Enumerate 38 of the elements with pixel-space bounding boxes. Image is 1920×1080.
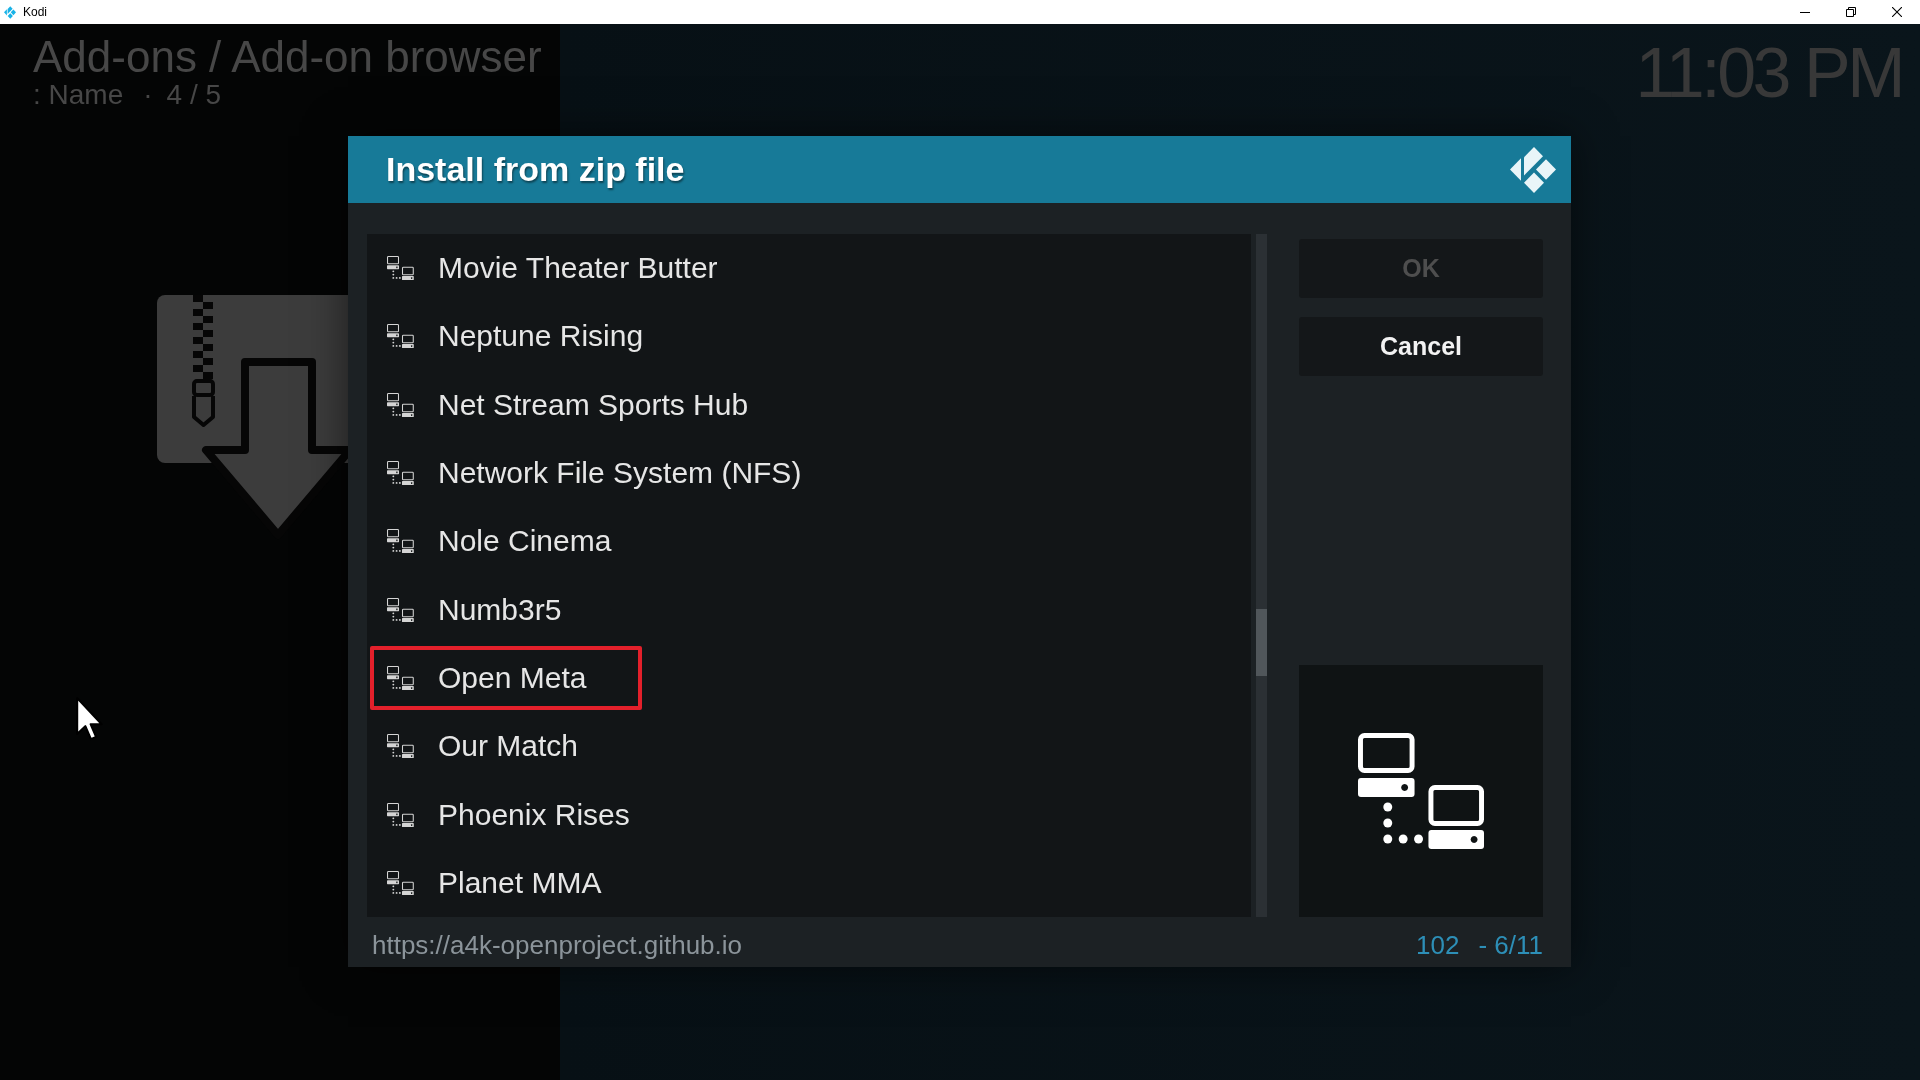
- page-title: Add-ons / Add-on browser: [33, 35, 542, 79]
- network-icon: [387, 665, 414, 690]
- path-text: https://a4k-openproject.github.io: [372, 929, 743, 961]
- list-item[interactable]: Movie Theater Butter: [367, 234, 1251, 303]
- minimize-icon: [1800, 11, 1810, 13]
- list-item[interactable]: Planet MMA: [367, 848, 1251, 917]
- list-item[interactable]: Network File System (NFS): [367, 438, 1251, 508]
- logo-icon: [1510, 145, 1556, 194]
- page-indicator: - 6/11: [1478, 929, 1543, 961]
- sort-label: : Name: [33, 81, 124, 109]
- close-icon: [1892, 7, 1902, 17]
- app-logo-icon: [4, 5, 16, 19]
- dialog-button[interactable]: Cancel: [1299, 317, 1543, 376]
- list-item[interactable]: Neptune Rising: [367, 302, 1251, 371]
- list-item[interactable]: Numb3r5: [367, 575, 1251, 644]
- list-item[interactable]: Open Meta: [367, 643, 1251, 713]
- restore-icon: [1846, 7, 1856, 17]
- network-icon: [387, 256, 414, 281]
- item-count: 102: [1416, 929, 1460, 961]
- list-item[interactable]: Nole Cinema: [367, 507, 1251, 576]
- list-item[interactable]: Our Match: [367, 712, 1251, 781]
- network-icon: [387, 392, 414, 417]
- network-icon: [387, 870, 414, 895]
- network-icon: [387, 461, 414, 486]
- page-counter: 4 / 5: [166, 81, 222, 109]
- network-icon: [387, 529, 414, 554]
- network-icon: [387, 597, 414, 622]
- window-title: Kodi: [23, 5, 48, 19]
- network-icon: [387, 802, 414, 827]
- network-icon: [1357, 733, 1485, 849]
- separator: ·: [143, 81, 153, 109]
- network-icon: [387, 324, 414, 349]
- dialog-title: Install from zip file: [386, 150, 685, 189]
- list-item[interactable]: Phoenix Rises: [367, 780, 1251, 849]
- scrollbar-track[interactable]: [1256, 234, 1267, 917]
- list-item[interactable]: Net Stream Sports Hub: [367, 370, 1251, 439]
- scrollbar-thumb[interactable]: [1256, 609, 1267, 676]
- network-icon: [387, 734, 414, 759]
